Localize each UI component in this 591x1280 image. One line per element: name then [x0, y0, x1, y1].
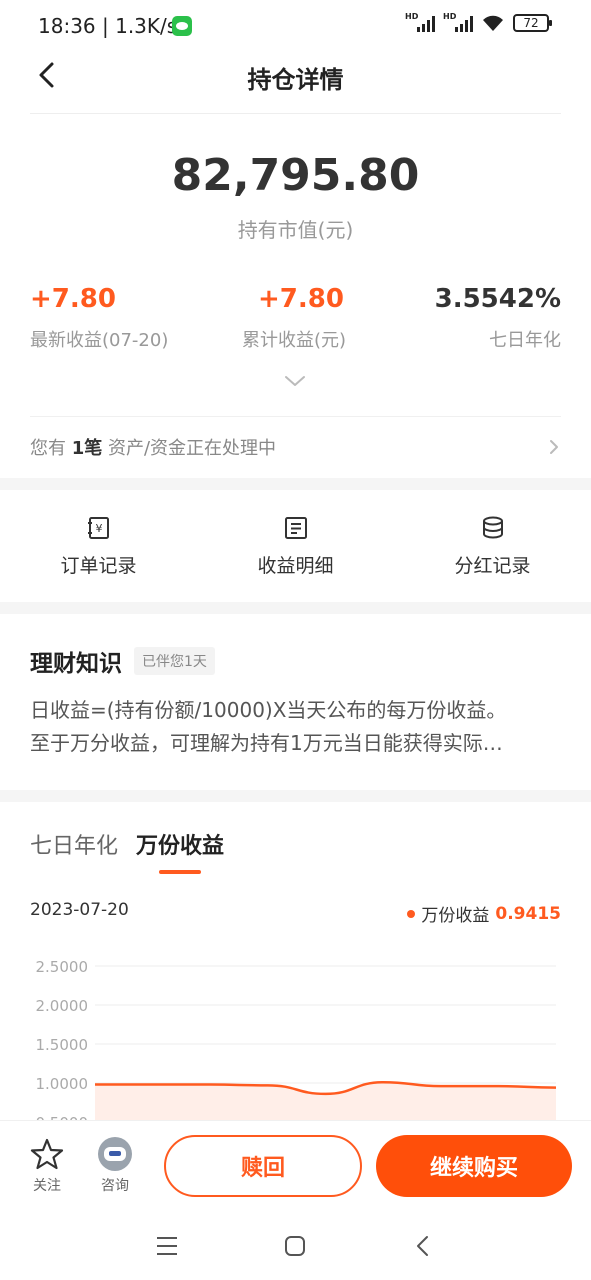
- income-chart-svg: 2.50002.00001.50001.00000.5000: [36, 958, 557, 1120]
- y-tick-label: 2.0000: [36, 997, 89, 1015]
- order-record-label: 订单记录: [60, 554, 137, 577]
- follow-button[interactable]: 关注: [30, 1137, 64, 1195]
- income-area: [95, 1082, 556, 1120]
- tab-per-10k-income[interactable]: 万份收益: [136, 828, 224, 874]
- dividend-record-label: 分红记录: [454, 554, 531, 577]
- status-indicators: HD HD 72: [405, 12, 552, 32]
- holding-market-value: 82,795.80: [171, 150, 420, 201]
- continue-buy-button[interactable]: 继续购买: [376, 1135, 572, 1197]
- finance-knowledge-card[interactable]: 理财知识 已伴您1天 日收益=(持有份额/10000)X当天公布的每万份收益。 …: [30, 614, 561, 790]
- processing-count: 1笔: [71, 438, 103, 459]
- signal-icon: HD: [405, 12, 435, 32]
- follow-label: 关注: [33, 1178, 61, 1194]
- order-record-button[interactable]: ¥ 订单记录: [0, 490, 197, 602]
- section-gap: [0, 602, 591, 614]
- bottom-action-bar: 关注 咨询 赎回 继续购买: [0, 1120, 591, 1210]
- star-icon: [30, 1138, 64, 1170]
- hd-label: HD: [443, 12, 457, 21]
- section-gap: [0, 790, 591, 802]
- processing-suffix: 资产/资金正在处理中: [102, 438, 277, 459]
- chart-tabs: 七日年化 万份收益: [30, 828, 224, 874]
- legend-dot: [407, 909, 416, 918]
- latest-income-value: +7.80: [30, 284, 116, 314]
- svg-text:¥: ¥: [95, 522, 102, 535]
- robot-avatar-icon: [98, 1137, 132, 1171]
- y-tick-label: 1.5000: [36, 1036, 89, 1054]
- chevron-down-icon[interactable]: [284, 374, 306, 388]
- seven-day-annualized-label: 七日年化: [489, 330, 561, 351]
- battery-level: 72: [523, 16, 539, 30]
- processing-prefix: 您有: [30, 438, 72, 459]
- tab-seven-day-annualized[interactable]: 七日年化: [30, 828, 118, 874]
- page-title: 持仓详情: [247, 66, 344, 94]
- chart-date: 2023-07-20: [30, 900, 129, 920]
- y-tick-label: 1.0000: [36, 1075, 89, 1093]
- knowledge-header: 理财知识 已伴您1天: [30, 644, 215, 678]
- cumulative-income-value: +7.80: [258, 284, 344, 314]
- knowledge-title: 理财知识: [30, 651, 122, 677]
- income-detail-icon: [284, 516, 307, 539]
- wechat-notification-icon: [172, 16, 192, 36]
- consult-label: 咨询: [101, 1178, 129, 1194]
- knowledge-line: 日收益=(持有份额/10000)X当天公布的每万份收益。: [30, 698, 507, 722]
- legend-value: 0.9415: [495, 903, 561, 924]
- chevron-right-icon: [550, 440, 558, 454]
- divider: [30, 113, 561, 114]
- cumulative-income: +7.80 累计收益(元): [242, 284, 346, 352]
- system-nav-bar: [0, 1210, 591, 1280]
- nav-bar: 持仓详情: [0, 52, 591, 114]
- signal-icon: HD: [443, 12, 473, 32]
- menu-icon[interactable]: [154, 1234, 180, 1258]
- wifi-icon: [483, 15, 503, 31]
- processing-text: 您有 1笔 资产/资金正在处理中: [30, 434, 276, 460]
- hd-label: HD: [405, 12, 419, 21]
- holding-market-value-label: 持有市值(元): [237, 218, 354, 242]
- processing-assets-row[interactable]: 您有 1笔 资产/资金正在处理中: [30, 416, 561, 478]
- home-icon[interactable]: [282, 1234, 308, 1258]
- cumulative-income-label: 累计收益(元): [242, 330, 347, 351]
- legend-name: 万份收益: [421, 906, 490, 926]
- seven-day-annualized: 3.5542% 七日年化: [435, 284, 561, 352]
- companion-days-badge: 已伴您1天: [134, 647, 215, 675]
- redeem-button[interactable]: 赎回: [164, 1135, 362, 1197]
- status-time: 18:36 | 1.3K/s: [38, 14, 178, 38]
- knowledge-line: 至于万分收益，可理解为持有1万元当日能获得实际…: [30, 731, 503, 755]
- section-gap: [0, 478, 591, 490]
- quick-actions: ¥ 订单记录 收益明细 分红记录: [0, 490, 591, 602]
- income-detail-button[interactable]: 收益明细: [197, 490, 394, 602]
- income-chart[interactable]: 2.50002.00001.50001.00000.5000: [0, 940, 591, 1120]
- knowledge-body: 日收益=(持有份额/10000)X当天公布的每万份收益。 至于万分收益，可理解为…: [30, 694, 561, 760]
- battery-icon: 72: [513, 14, 552, 32]
- seven-day-annualized-value: 3.5542%: [434, 284, 561, 314]
- latest-income-label: 最新收益(07-20): [30, 330, 169, 351]
- latest-income: +7.80 最新收益(07-20): [30, 284, 168, 352]
- consult-button[interactable]: 咨询: [98, 1137, 132, 1195]
- dividend-record-button[interactable]: 分红记录: [394, 490, 591, 602]
- back-icon[interactable]: [410, 1234, 436, 1258]
- y-tick-label: 2.5000: [36, 958, 89, 976]
- dividend-record-icon: [482, 516, 503, 538]
- status-bar: 18:36 | 1.3K/s HD HD 72: [0, 0, 591, 52]
- chart-legend: 万份收益 0.9415: [407, 901, 561, 926]
- income-detail-label: 收益明细: [257, 554, 334, 577]
- order-record-icon: ¥: [87, 516, 109, 539]
